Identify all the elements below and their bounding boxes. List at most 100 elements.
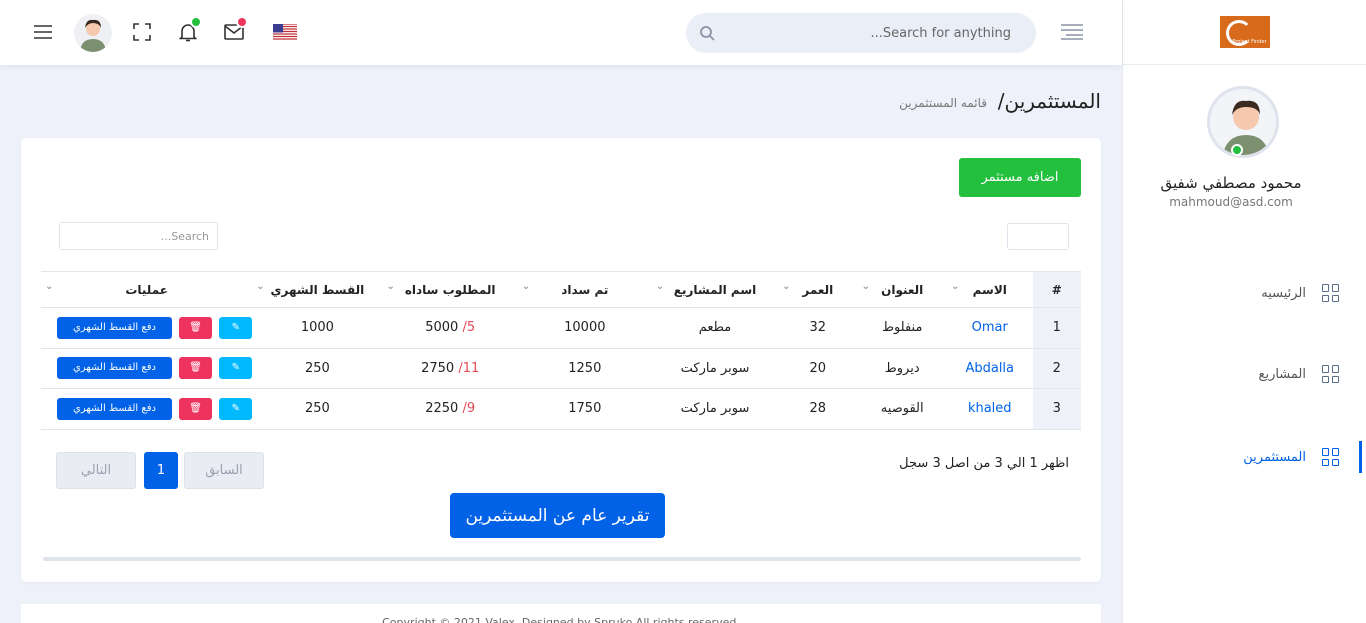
col-header-operations[interactable]: عمليات [41, 271, 253, 308]
required-count: 9/ [462, 401, 476, 417]
row-index: 1 [1032, 307, 1081, 349]
us-flag-icon[interactable] [273, 20, 297, 44]
pagination-previous[interactable]: السابق [184, 452, 264, 489]
pagination-page-1[interactable]: 1 [144, 452, 178, 489]
col-header-paid[interactable]: تم سداد [517, 271, 652, 308]
required-amount: 2250 [425, 401, 459, 417]
hamburger-icon[interactable] [31, 20, 55, 44]
header-avatar[interactable] [74, 14, 112, 52]
required-count: 11/ [458, 360, 480, 376]
col-header-project[interactable]: اسم المشاريع [651, 271, 779, 308]
horizontal-scrollbar[interactable] [43, 557, 1081, 561]
search-input[interactable] [737, 25, 1011, 41]
edit-button[interactable]: ✎ [219, 397, 253, 420]
table-row: 3 khaled القوصيه 28 سوبر ماركت 1750 9/ 2… [41, 388, 1081, 430]
required-amount: 2750 [421, 360, 455, 376]
sidebar: Project Finder محمود مصطفي شفيق mahmoud@… [1122, 0, 1366, 623]
top-header [0, 0, 1122, 65]
pencil-icon: ✎ [231, 402, 240, 414]
paid-cell: 1750 [517, 388, 652, 430]
pencil-icon: ✎ [231, 362, 240, 374]
investor-name-link[interactable]: khaled [968, 401, 1012, 416]
sidebar-item-investors[interactable]: المستثمرين [1122, 437, 1366, 477]
required-cell: 11/ 2750 [382, 348, 518, 389]
sidebar-item-home[interactable]: الرئيسيه [1122, 273, 1366, 313]
footer-text: Copyright © 2021 Valex. Designed by Spru… [382, 616, 740, 623]
investors-table: # الاسم العنوان العمر اسم المشاريع تم سد… [41, 271, 1081, 430]
col-header-address[interactable]: العنوان [857, 271, 947, 308]
delete-button[interactable]: 🗑 [179, 397, 213, 420]
grid-icon [1322, 284, 1340, 302]
investor-name-link[interactable]: Abdalla [965, 361, 1014, 376]
investor-name-link[interactable]: Omar [972, 320, 1008, 335]
online-status-dot [1231, 144, 1243, 156]
pay-installment-button[interactable]: دفع القسط الشهري [57, 357, 172, 380]
required-amount: 5000 [425, 320, 459, 336]
col-header-required[interactable]: المطلوب ساداه [382, 271, 518, 308]
table-header-row: # الاسم العنوان العمر اسم المشاريع تم سد… [41, 271, 1081, 308]
required-count: 5/ [462, 320, 476, 336]
sidebar-item-label: الرئيسيه [1261, 285, 1306, 301]
search-icon[interactable] [699, 25, 715, 41]
grid-icon [1322, 365, 1340, 383]
user-email: mahmoud@asd.com [1169, 195, 1293, 209]
trash-icon: 🗑 [189, 362, 202, 374]
footer: Copyright © 2021 Valex. Designed by Spru… [21, 604, 1101, 623]
address-cell: منفلوط [857, 307, 947, 349]
paid-cell: 1250 [517, 348, 652, 389]
table-row: 2 Abdalla ديروط 20 سوبر ماركت 1250 11/ 2… [41, 348, 1081, 389]
edit-button[interactable]: ✎ [219, 316, 253, 339]
user-avatar[interactable] [1207, 86, 1279, 158]
age-cell: 20 [778, 348, 858, 389]
page-length-select[interactable] [1007, 223, 1069, 250]
monthly-cell: 250 [252, 388, 383, 430]
address-cell: ديروط [857, 348, 947, 389]
grid-icon [1322, 448, 1340, 466]
investors-card: اضافه مستثمر # الاسم العنوان العمر اسم ا… [21, 138, 1101, 582]
age-cell: 32 [778, 307, 858, 349]
operations-cell: دفع القسط الشهري 🗑 ✎ [41, 348, 253, 389]
pay-installment-button[interactable]: دفع القسط الشهري [57, 397, 172, 420]
user-name: محمود مصطفي شفيق [1160, 174, 1302, 192]
address-cell: القوصيه [857, 388, 947, 430]
delete-button[interactable]: 🗑 [179, 316, 213, 339]
operations-cell: دفع القسط الشهري 🗑 ✎ [41, 388, 253, 430]
header-search [686, 13, 1036, 53]
sidebar-toggle-icon[interactable] [1060, 20, 1084, 44]
row-index: 2 [1032, 348, 1081, 389]
logo-text: Project Finder [1232, 39, 1267, 45]
mail-badge [236, 16, 248, 28]
trash-icon: 🗑 [189, 402, 202, 414]
table-row: 1 Omar منفلوط 32 مطعم 10000 5/ 5000 1000… [41, 307, 1081, 349]
delete-button[interactable]: 🗑 [179, 357, 213, 380]
age-cell: 28 [778, 388, 858, 430]
sidebar-item-label: المستثمرين [1243, 449, 1306, 465]
col-header-name[interactable]: الاسم [946, 271, 1033, 308]
trash-icon: 🗑 [189, 321, 202, 333]
page-title: المستثمرين/ [997, 89, 1101, 113]
operations-cell: دفع القسط الشهري 🗑 ✎ [41, 307, 253, 349]
sidebar-item-projects[interactable]: المشاريع [1122, 354, 1366, 394]
investors-report-button[interactable]: تقرير عام عن المستثمرين [450, 493, 665, 538]
edit-button[interactable]: ✎ [219, 357, 253, 380]
row-index: 3 [1032, 388, 1081, 430]
pagination-next[interactable]: التالي [56, 452, 136, 489]
logo[interactable]: Project Finder [1219, 16, 1270, 48]
breadcrumb: قائمه المستثمرين [899, 96, 987, 110]
pay-installment-button[interactable]: دفع القسط الشهري [57, 316, 172, 339]
col-header-monthly[interactable]: القسط الشهري [252, 271, 383, 308]
paid-cell: 10000 [517, 307, 652, 349]
logo-area: Project Finder [1123, 0, 1366, 65]
monthly-cell: 1000 [252, 307, 383, 349]
bell-badge [190, 16, 202, 28]
project-cell: سوبر ماركت [651, 388, 779, 430]
fullscreen-icon[interactable] [130, 20, 154, 44]
table-search-input[interactable] [59, 222, 218, 250]
sidebar-item-label: المشاريع [1258, 366, 1306, 382]
monthly-cell: 250 [252, 348, 383, 389]
pencil-icon: ✎ [231, 321, 240, 333]
col-header-age[interactable]: العمر [778, 271, 858, 308]
required-cell: 5/ 5000 [382, 307, 518, 349]
col-header-index[interactable]: # [1032, 271, 1081, 308]
add-investor-button[interactable]: اضافه مستثمر [959, 158, 1081, 197]
